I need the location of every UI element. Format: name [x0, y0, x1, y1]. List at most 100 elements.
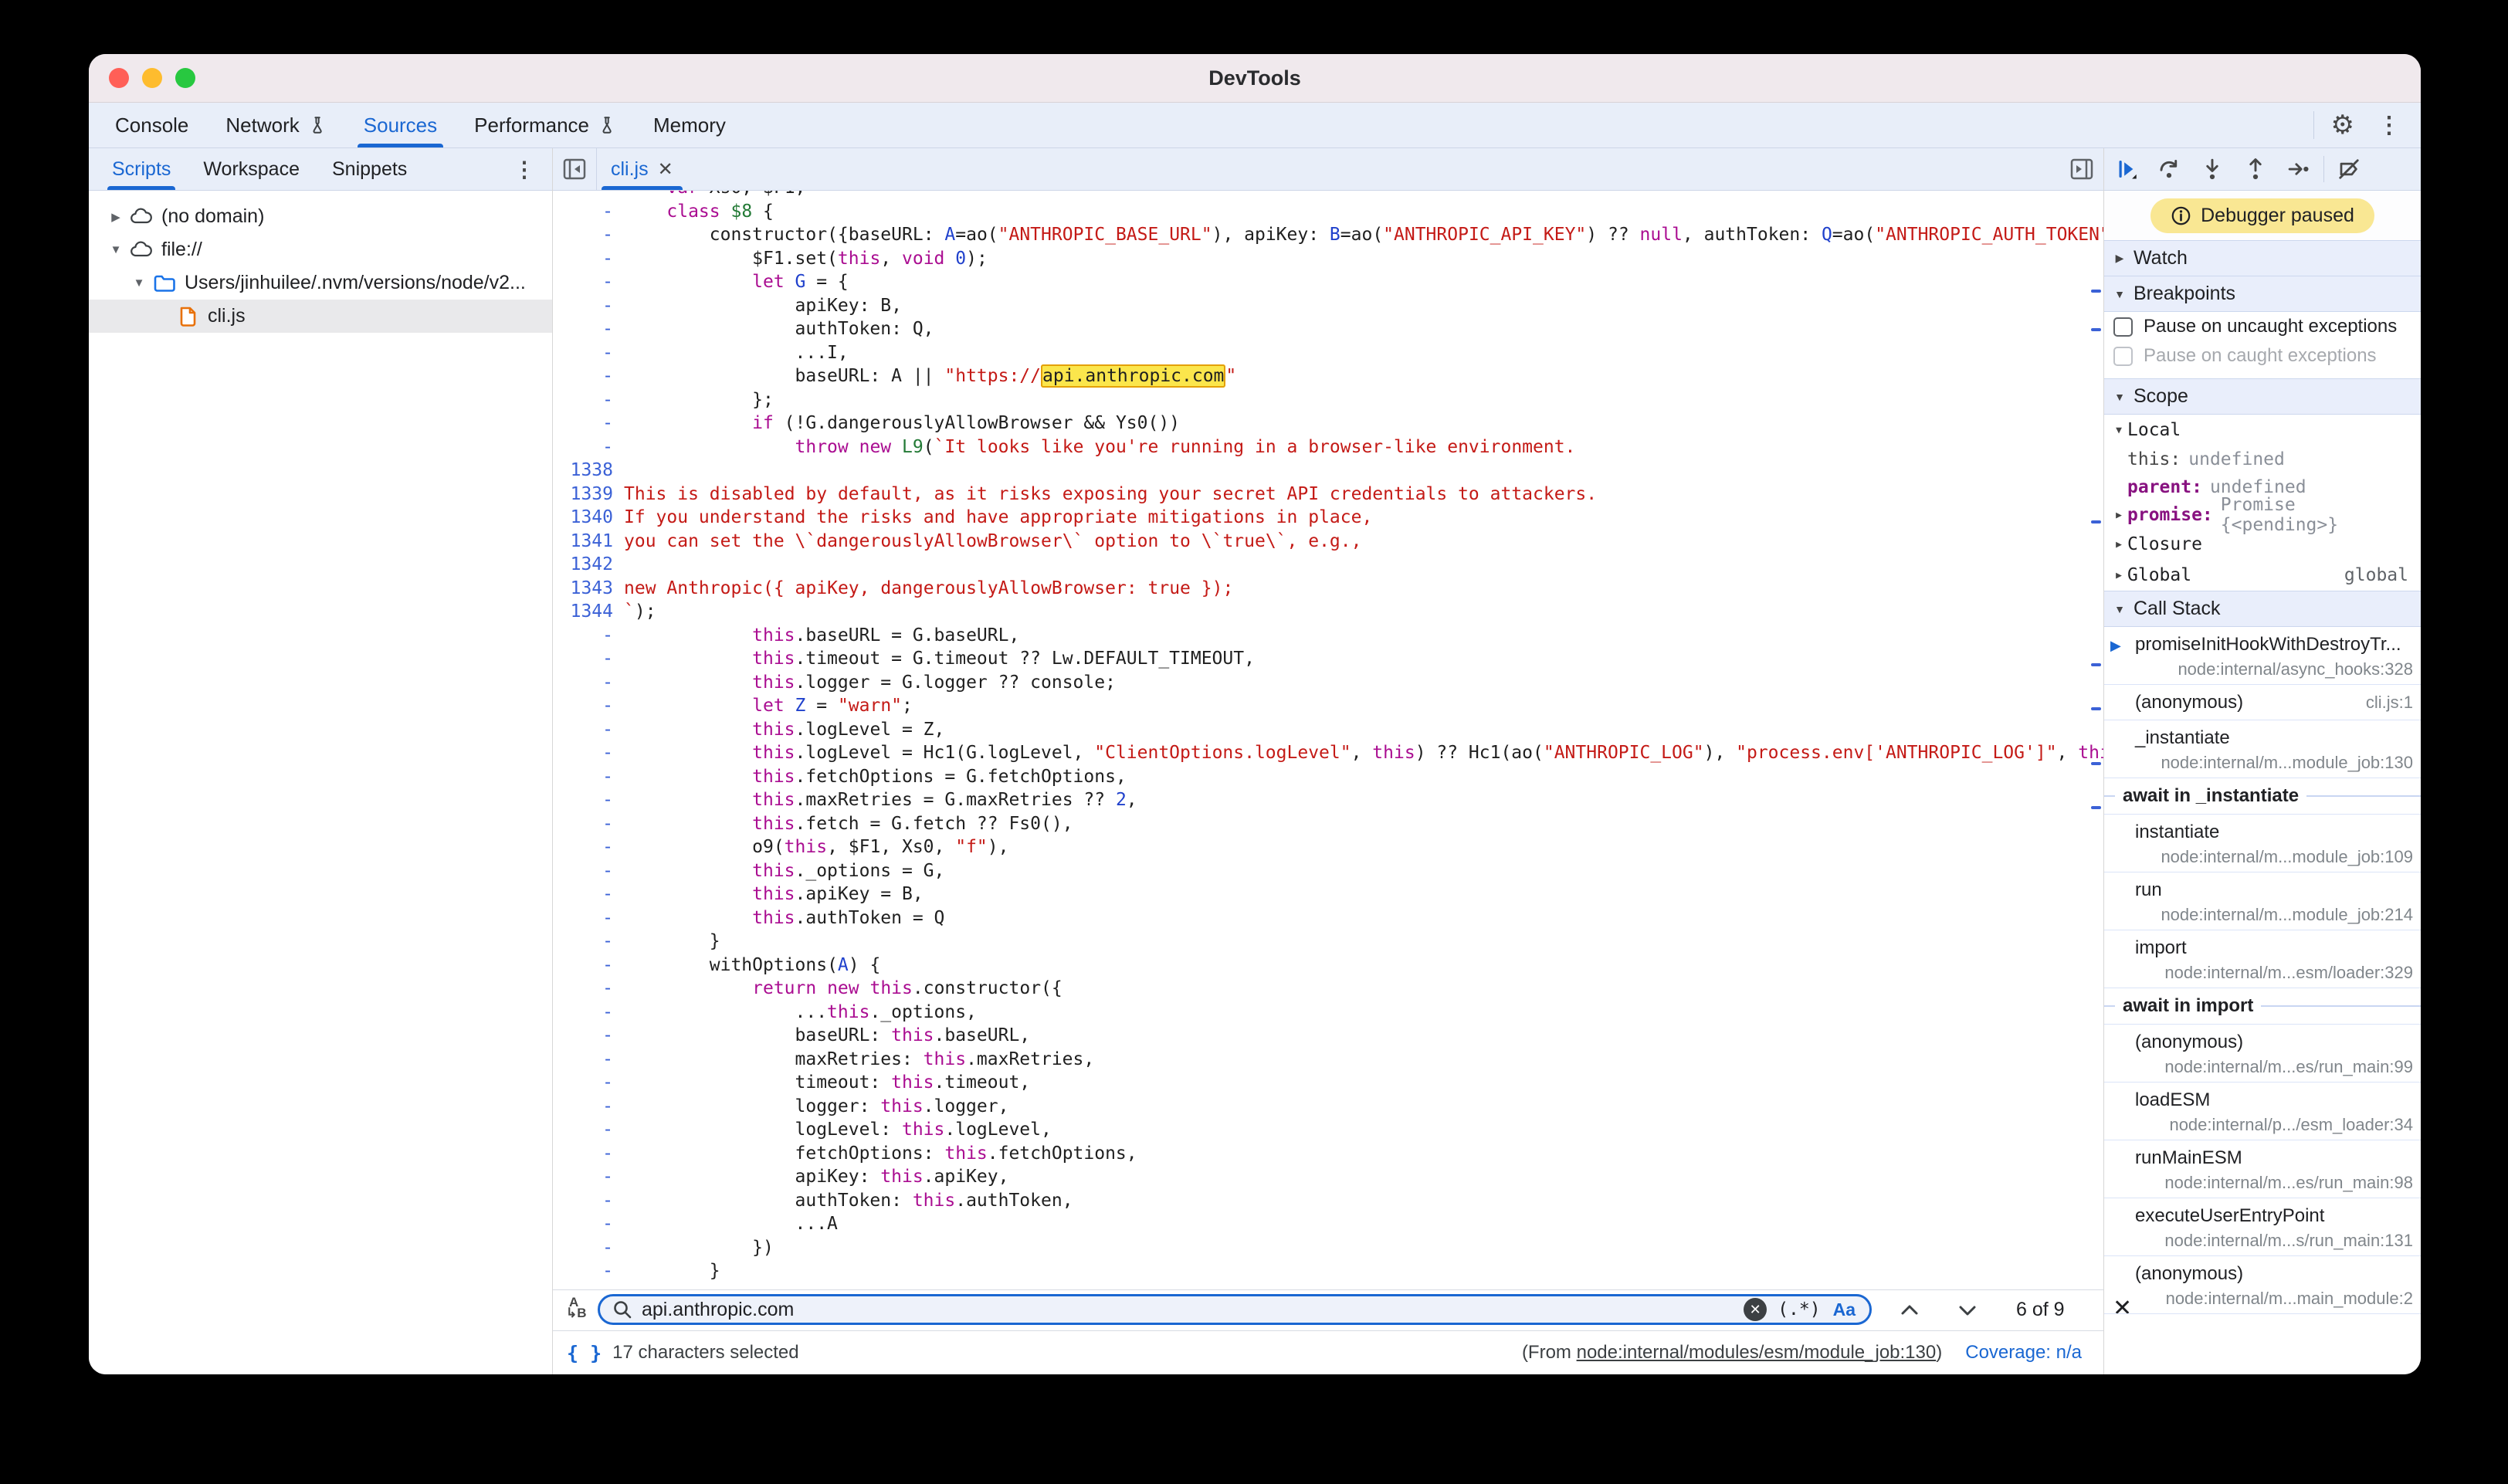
line-gutter[interactable]: - — [553, 270, 618, 294]
line-gutter[interactable]: - — [553, 412, 618, 435]
code-line[interactable]: -this.apiKey = B, — [553, 883, 2103, 906]
close-tab-icon[interactable]: ✕ — [658, 158, 673, 181]
line-gutter[interactable]: - — [553, 859, 618, 883]
callstack-frame[interactable]: runnode:internal/m...module_job:214 — [2104, 872, 2421, 930]
code-line[interactable]: -...I, — [553, 341, 2103, 365]
line-gutter[interactable]: - — [553, 317, 618, 341]
tab-sources[interactable]: Sources — [358, 103, 443, 147]
hide-debugger-panel-icon[interactable] — [2060, 148, 2103, 190]
code-line[interactable]: -let G = { — [553, 270, 2103, 294]
code-line[interactable]: -maxRetries: this.maxRetries, — [553, 1048, 2103, 1072]
sidebar-tab-scripts[interactable]: Scripts — [107, 148, 175, 190]
code-line[interactable]: -} — [553, 930, 2103, 954]
breakpoints-section-header[interactable]: ▼ Breakpoints — [2104, 276, 2421, 312]
hide-navigator-icon[interactable] — [553, 148, 597, 190]
search-input-pill[interactable]: ✕ (.*) Aa — [598, 1294, 1872, 1325]
code-line[interactable]: -return new this.constructor({ — [553, 977, 2103, 1001]
line-gutter[interactable]: - — [553, 906, 618, 930]
tree-caret-icon[interactable]: ▼ — [129, 276, 149, 290]
code-line[interactable]: -apiKey: this.apiKey, — [553, 1165, 2103, 1189]
line-gutter[interactable]: - — [553, 1189, 618, 1213]
maximize-window-button[interactable] — [175, 68, 195, 88]
line-gutter[interactable]: - — [553, 341, 618, 365]
next-match-icon[interactable] — [1954, 1298, 1981, 1323]
tree-item-users-jinhuilee-nvm-versions-node-v2-[interactable]: ▼Users/jinhuilee/.nvm/versions/node/v2..… — [89, 266, 552, 300]
regex-toggle[interactable]: (.*) — [1778, 1299, 1820, 1320]
checkbox[interactable] — [2113, 317, 2133, 337]
code-line[interactable]: -authToken: this.authToken, — [553, 1189, 2103, 1213]
code-line[interactable]: -timeout: this.timeout, — [553, 1071, 2103, 1095]
scope-property[interactable]: this:undefined — [2104, 446, 2421, 473]
tree-item-cli-js[interactable]: cli.js — [89, 300, 552, 333]
code-line[interactable]: -this.fetch = G.fetch ?? Fs0(), — [553, 812, 2103, 836]
line-gutter[interactable]: - — [553, 435, 618, 459]
line-gutter[interactable]: - — [553, 247, 618, 271]
code-line[interactable]: -constructor({baseURL: A=ao("ANTHROPIC_B… — [553, 223, 2103, 247]
line-gutter[interactable]: - — [553, 765, 618, 789]
line-gutter[interactable]: - — [553, 388, 618, 412]
callstack-frame[interactable]: (anonymous)node:internal/m...es/run_main… — [2104, 1025, 2421, 1083]
tab-memory[interactable]: Memory — [647, 103, 732, 147]
code-line[interactable]: -throw new L9(`It looks like you're runn… — [553, 435, 2103, 459]
breakpoint-option[interactable]: Pause on uncaught exceptions — [2104, 312, 2421, 341]
tab-performance[interactable]: Performance — [468, 103, 622, 147]
line-gutter[interactable]: - — [553, 294, 618, 318]
code-line[interactable]: -class $8 { — [553, 200, 2103, 224]
callstack-frame[interactable]: runMainESMnode:internal/m...es/run_main:… — [2104, 1140, 2421, 1198]
tab-network[interactable]: Network — [219, 103, 332, 147]
callstack-frame[interactable]: importnode:internal/m...esm/loader:329 — [2104, 930, 2421, 988]
scope-group-global[interactable]: ▶Globalglobal — [2104, 560, 2421, 591]
code-line[interactable]: 1338 — [553, 459, 2103, 483]
line-gutter[interactable]: - — [553, 883, 618, 906]
scope-section-header[interactable]: ▼ Scope — [2104, 378, 2421, 415]
line-gutter[interactable]: - — [553, 1071, 618, 1095]
line-gutter[interactable]: - — [553, 671, 618, 695]
callstack-frame[interactable]: instantiatenode:internal/m...module_job:… — [2104, 815, 2421, 872]
callstack-frame[interactable]: (anonymous)node:internal/m...main_module… — [2104, 1256, 2421, 1314]
callstack-section-header[interactable]: ▼ Call Stack — [2104, 591, 2421, 627]
code-line[interactable]: -baseURL: this.baseURL, — [553, 1024, 2103, 1048]
line-gutter[interactable]: - — [553, 1048, 618, 1072]
code-line[interactable]: -apiKey: B, — [553, 294, 2103, 318]
line-gutter[interactable]: 1344 — [553, 600, 618, 624]
previous-match-icon[interactable] — [1896, 1298, 1923, 1323]
more-options-icon[interactable]: ⋮ — [2378, 112, 2401, 139]
line-gutter[interactable]: - — [553, 1142, 618, 1166]
callstack-frame[interactable]: loadESMnode:internal/p.../esm_loader:34 — [2104, 1083, 2421, 1140]
callstack-frame[interactable]: _instantiatenode:internal/m...module_job… — [2104, 720, 2421, 778]
code-line[interactable]: -logger: this.logger, — [553, 1095, 2103, 1119]
pretty-print-icon[interactable]: { } — [567, 1342, 602, 1364]
tree-item--no-domain-[interactable]: ▶(no domain) — [89, 200, 552, 233]
code-line[interactable]: -this.logLevel = Hc1(G.logLevel, "Client… — [553, 741, 2103, 765]
code-line[interactable]: -authToken: Q, — [553, 317, 2103, 341]
line-gutter[interactable]: - — [553, 1001, 618, 1025]
line-gutter[interactable]: 1341 — [553, 530, 618, 554]
code-line[interactable]: -o9(this, $F1, Xs0, "f"), — [553, 835, 2103, 859]
step-into-button[interactable] — [2191, 148, 2234, 190]
line-gutter[interactable]: 1342 — [553, 553, 618, 577]
code-line[interactable]: -...A — [553, 1212, 2103, 1236]
line-gutter[interactable]: 1338 — [553, 459, 618, 483]
tab-console[interactable]: Console — [109, 103, 195, 147]
tree-item-file-[interactable]: ▼file:// — [89, 233, 552, 266]
tree-caret-icon[interactable]: ▼ — [106, 243, 126, 256]
callstack-frame[interactable]: executeUserEntryPointnode:internal/m...s… — [2104, 1198, 2421, 1256]
line-gutter[interactable]: - — [553, 1024, 618, 1048]
line-gutter[interactable]: - — [553, 1118, 618, 1142]
code-line[interactable]: -logLevel: this.logLevel, — [553, 1118, 2103, 1142]
editor-tab-clijs[interactable]: cli.js ✕ — [597, 148, 687, 190]
line-gutter[interactable]: - — [553, 788, 618, 812]
step-button[interactable] — [2277, 148, 2320, 190]
line-gutter[interactable]: - — [553, 1165, 618, 1189]
code-line[interactable]: 1340If you understand the risks and have… — [553, 506, 2103, 530]
code-line[interactable]: -if (!G.dangerouslyAllowBrowser && Ys0()… — [553, 412, 2103, 435]
code-line[interactable]: -let Z = "warn"; — [553, 694, 2103, 718]
code-line[interactable]: -this.timeout = G.timeout ?? Lw.DEFAULT_… — [553, 647, 2103, 671]
code-line[interactable]: -...this._options, — [553, 1001, 2103, 1025]
code-line[interactable]: -}) — [553, 1236, 2103, 1260]
navigator-kebab-icon[interactable]: ⋮ — [513, 157, 535, 182]
code-line[interactable]: -withOptions(A) { — [553, 954, 2103, 977]
code-line[interactable]: -this.logLevel = Z, — [553, 718, 2103, 742]
minimize-window-button[interactable] — [142, 68, 162, 88]
code-line[interactable]: -} — [553, 1259, 2103, 1283]
